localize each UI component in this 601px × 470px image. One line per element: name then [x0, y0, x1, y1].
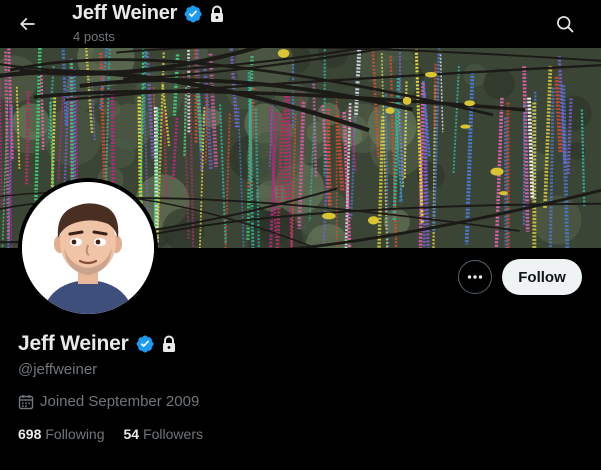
avatar-image	[22, 182, 154, 314]
joined-date: Joined September 2009	[40, 393, 200, 410]
follow-stats: 698 Following 54 Followers	[18, 426, 203, 442]
more-options-button[interactable]	[458, 260, 492, 294]
following-label: Following	[45, 426, 105, 442]
avatar[interactable]	[18, 178, 158, 318]
profile-name-row: Jeff Weiner	[18, 332, 177, 356]
follow-button[interactable]: Follow	[502, 259, 582, 295]
verified-badge-icon[interactable]	[135, 334, 155, 354]
verified-badge-icon	[183, 4, 203, 24]
followers-label: Followers	[143, 426, 203, 442]
profile-handle: @jeffweiner	[18, 361, 98, 378]
posts-count: 4 posts	[73, 29, 115, 44]
search-button[interactable]	[550, 9, 580, 39]
more-icon	[467, 275, 483, 279]
following-count: 698	[18, 426, 42, 442]
following-link[interactable]: 698 Following	[18, 426, 105, 442]
followers-count: 54	[123, 426, 140, 442]
lock-icon	[209, 5, 225, 23]
back-button[interactable]	[12, 9, 42, 39]
profile-name: Jeff Weiner	[18, 332, 129, 355]
top-bar: Jeff Weiner 4 posts	[0, 0, 601, 48]
header-name: Jeff Weiner	[72, 2, 178, 24]
search-icon	[557, 16, 574, 33]
lock-icon	[161, 335, 177, 353]
header-name-row: Jeff Weiner	[72, 2, 225, 25]
followers-link[interactable]: 54 Followers	[124, 426, 203, 442]
calendar-icon	[18, 394, 34, 409]
arrow-left-icon	[19, 17, 35, 31]
joined-date-row: Joined September 2009	[18, 393, 199, 410]
